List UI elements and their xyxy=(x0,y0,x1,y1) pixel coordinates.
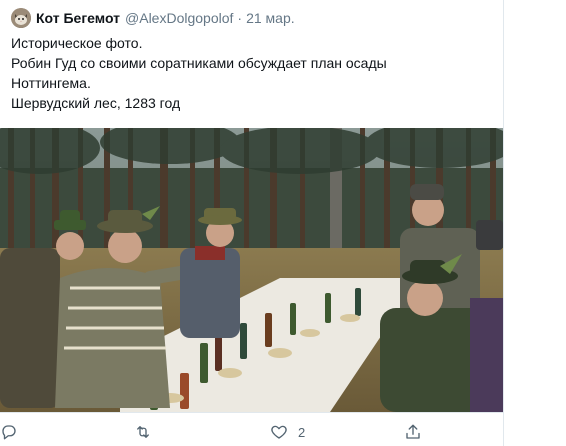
tweet-actions: 2 xyxy=(0,416,566,446)
share-button[interactable] xyxy=(404,422,432,442)
tweet-text-line: Ноттингема. xyxy=(11,75,91,91)
tweet-header: Кот Бегемот @AlexDolgopolof · 21 мар. xyxy=(11,7,295,29)
author-display-name[interactable]: Кот Бегемот xyxy=(36,10,120,26)
reply-icon xyxy=(2,425,16,440)
forest-feast-photo xyxy=(0,128,503,412)
tweet-text: Историческое фото. Робин Гуд со своими с… xyxy=(11,33,491,113)
cat-avatar-icon xyxy=(11,8,31,28)
tweet-card[interactable]: Кот Бегемот @AlexDolgopolof · 21 мар. Ис… xyxy=(0,0,504,446)
heart-icon xyxy=(271,425,287,439)
author-handle[interactable]: @AlexDolgopolof xyxy=(125,10,233,26)
header-separator: · xyxy=(237,10,243,26)
retweet-button[interactable] xyxy=(133,422,163,442)
retweet-icon xyxy=(137,426,149,438)
tweet-text-line: Робин Гуд со своими соратниками обсуждае… xyxy=(11,55,387,71)
like-count: 2 xyxy=(298,424,306,440)
tweet-date[interactable]: 21 мар. xyxy=(246,10,295,26)
like-button[interactable]: 2 xyxy=(270,422,305,442)
tweet-text-line: Историческое фото. xyxy=(11,35,143,51)
author-avatar[interactable] xyxy=(11,8,31,28)
tweet-photo[interactable] xyxy=(0,128,503,413)
share-icon xyxy=(406,424,420,439)
reply-button[interactable] xyxy=(0,422,28,442)
tweet-text-line: Шервудский лес, 1283 год xyxy=(11,95,181,111)
